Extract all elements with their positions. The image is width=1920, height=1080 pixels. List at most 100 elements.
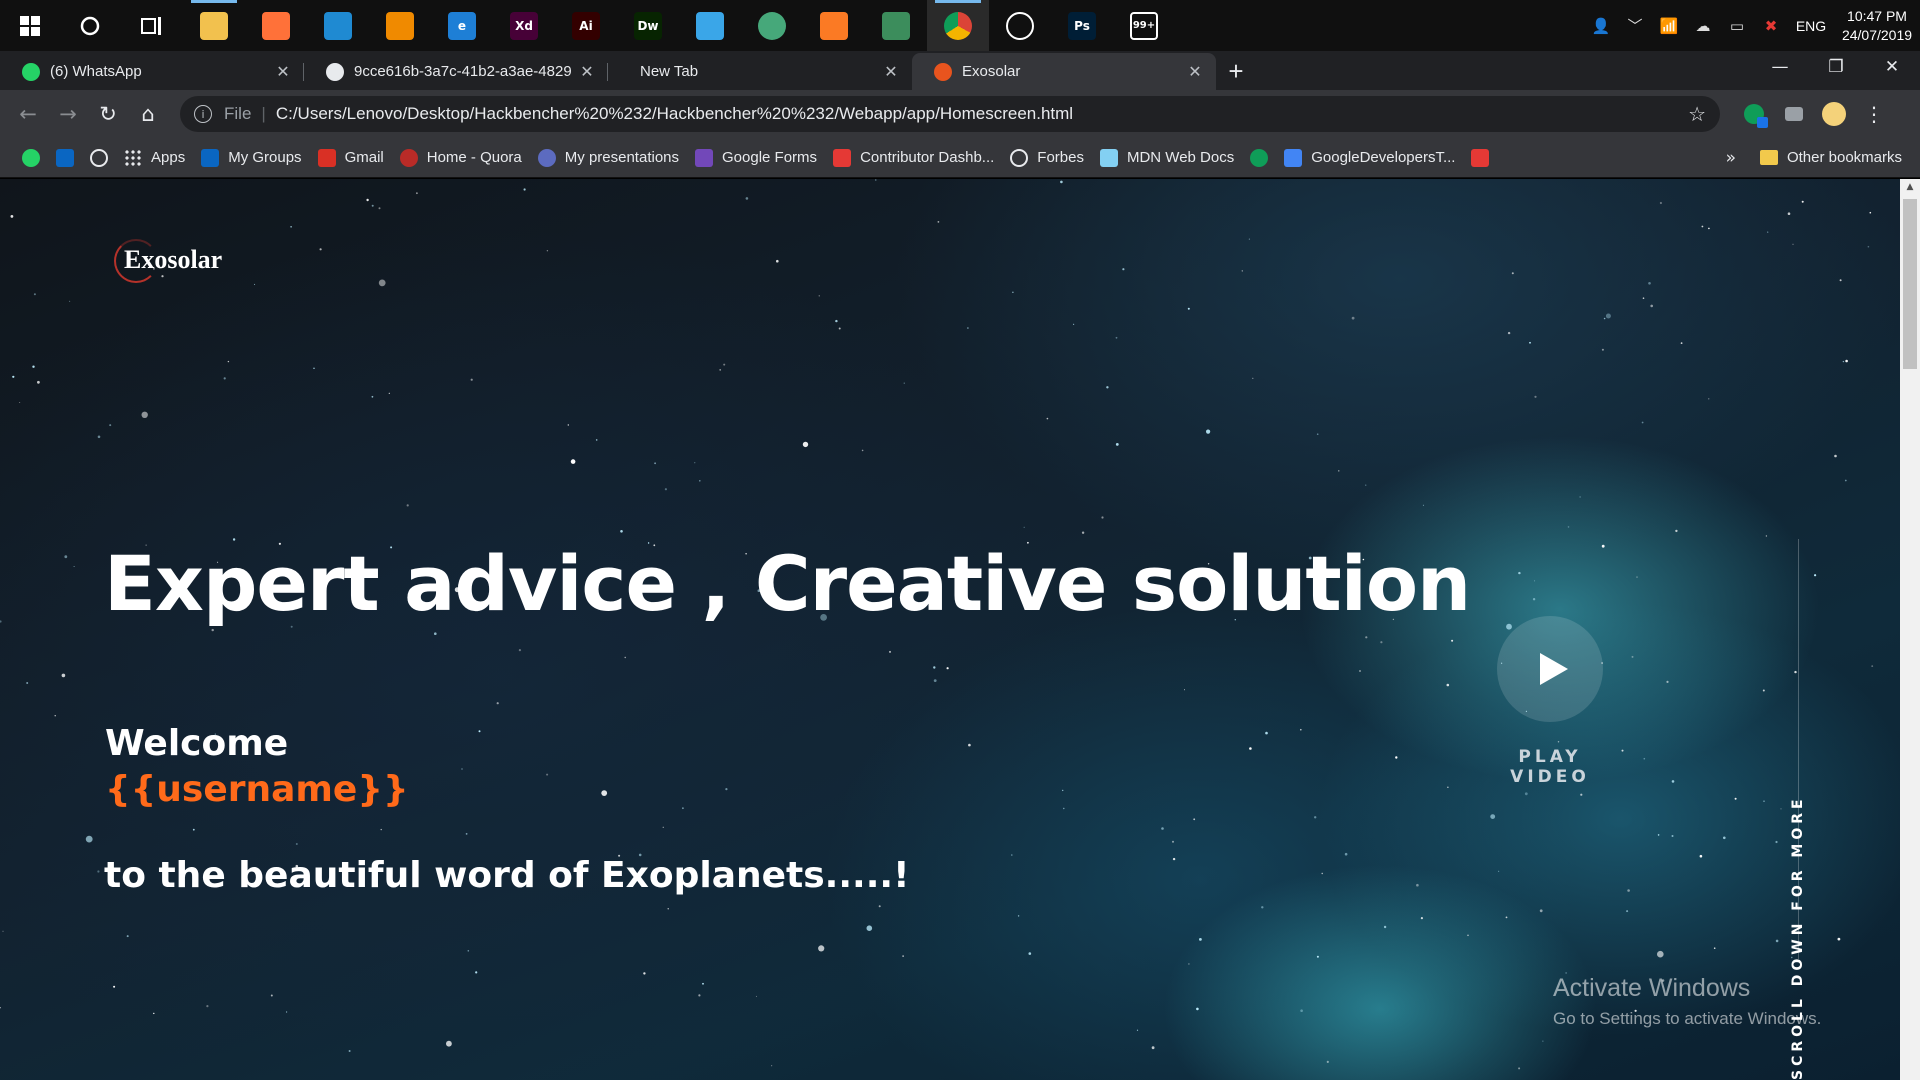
bookmark-mdn[interactable]: MDN Web Docs — [1092, 143, 1242, 173]
star — [1542, 1040, 1544, 1042]
tab-new-tab[interactable]: New Tab ✕ — [608, 53, 912, 90]
bookmark-globe[interactable]: Forbes — [1002, 143, 1092, 173]
bookmark-contributor[interactable]: Contributor Dashb... — [825, 143, 1002, 173]
system-clock[interactable]: 10:47 PM 24/07/2019 — [1834, 7, 1920, 45]
restore-button[interactable]: ❐ — [1808, 51, 1864, 83]
bookmark-script[interactable] — [1463, 143, 1497, 173]
taskbar-app-mail[interactable]: 99+ — [1113, 0, 1175, 51]
antivirus-alert-icon[interactable]: ✖ — [1754, 0, 1788, 51]
star — [1699, 854, 1703, 858]
tab-globe[interactable]: 9cce616b-3a7c-41b2-a3ae-4829 ✕ — [304, 53, 608, 90]
bookmark-quora[interactable]: Home - Quora — [392, 143, 530, 173]
bookmark-apps-grid[interactable]: Apps — [116, 143, 193, 173]
star — [1814, 574, 1817, 577]
bookmark-gmail[interactable]: Gmail — [310, 143, 392, 173]
taskbar-app-file-explorer[interactable] — [183, 0, 245, 51]
clock-date: 24/07/2019 — [1841, 26, 1913, 43]
github-icon — [90, 148, 108, 167]
contributor-icon — [833, 148, 852, 167]
play-video-button[interactable] — [1497, 616, 1603, 722]
star — [2, 930, 4, 932]
taskbar-app-vlc[interactable] — [369, 0, 431, 51]
whatsapp-favicon-icon — [22, 62, 40, 81]
star — [818, 295, 820, 297]
start-button[interactable] — [0, 0, 59, 51]
star — [1641, 421, 1644, 424]
bookmark-hangouts[interactable] — [1242, 143, 1276, 173]
site-logo[interactable]: Exosolar — [110, 239, 222, 283]
star — [1073, 323, 1075, 325]
taskbar-app-pencil-app[interactable] — [865, 0, 927, 51]
vertical-scrollbar[interactable]: ▲ — [1900, 179, 1920, 1080]
scrollbar-thumb[interactable] — [1903, 199, 1917, 369]
tab-close-icon[interactable]: ✕ — [882, 62, 900, 81]
scroll-down-label[interactable]: SCROLL DOWN FOR MORE — [1790, 795, 1806, 1080]
bookmark-google-developers[interactable]: GoogleDevelopersT... — [1276, 143, 1463, 173]
chevron-up-icon[interactable]: ﹀ — [1618, 0, 1652, 51]
star — [1834, 454, 1837, 458]
menu-button[interactable]: ⋮ — [1854, 94, 1894, 134]
star — [1601, 348, 1604, 351]
address-bar[interactable]: i File | C:/Users/Lenovo/Desktop/Hackben… — [180, 96, 1720, 132]
bookmark-presentation[interactable]: My presentations — [530, 143, 687, 173]
bookmark-star-icon[interactable]: ☆ — [1688, 102, 1706, 126]
taskbar-app-illustrator[interactable]: Ai — [555, 0, 617, 51]
taskbar-app-vscode[interactable] — [307, 0, 369, 51]
bookmark-linkedin[interactable] — [48, 143, 82, 173]
star — [1416, 883, 1419, 887]
url-text[interactable]: C:/Users/Lenovo/Desktop/Hackbencher%20%2… — [276, 104, 1688, 124]
taskbar-app-edge[interactable]: e — [431, 0, 493, 51]
linkedin-icon — [201, 148, 220, 167]
back-button[interactable]: ← — [8, 94, 48, 134]
screenshot-extension-button[interactable] — [1774, 94, 1814, 134]
people-icon[interactable]: 👤 — [1584, 0, 1618, 51]
tab-whatsapp[interactable]: (6) WhatsApp ✕ — [0, 53, 304, 90]
cortana-button[interactable] — [59, 0, 121, 51]
other-bookmarks-folder[interactable]: Other bookmarks — [1759, 149, 1902, 166]
close-window-button[interactable]: ✕ — [1864, 51, 1920, 83]
extension-button[interactable] — [1734, 94, 1774, 134]
new-tab-button[interactable]: + — [1216, 53, 1256, 90]
wifi-icon[interactable]: 📶 — [1652, 0, 1686, 51]
taskbar-app-adobe-xd[interactable]: Xd — [493, 0, 555, 51]
battery-icon[interactable]: ▭ — [1720, 0, 1754, 51]
bookmark-whatsapp[interactable] — [14, 143, 48, 173]
more-bookmarks-button[interactable]: » — [1726, 148, 1736, 168]
scroll-up-arrow-icon[interactable]: ▲ — [1900, 179, 1920, 196]
reload-button[interactable]: ↻ — [88, 94, 128, 134]
tab-close-icon[interactable]: ✕ — [1186, 62, 1204, 81]
star — [1248, 238, 1250, 240]
forward-button[interactable]: → — [48, 94, 88, 134]
star — [595, 439, 598, 441]
star — [903, 382, 905, 384]
starfield-background — [0, 179, 1874, 1070]
tab-close-icon[interactable]: ✕ — [578, 62, 596, 81]
tab-exosolar[interactable]: Exosolar ✕ — [912, 53, 1216, 90]
taskbar-app-xampp[interactable] — [803, 0, 865, 51]
tab-close-icon[interactable]: ✕ — [274, 62, 292, 81]
bookmark-forms[interactable]: Google Forms — [687, 143, 825, 173]
star — [290, 226, 292, 228]
onedrive-error-icon[interactable]: ☁ — [1686, 0, 1720, 51]
taskbar-app-dreamweaver[interactable]: Dw — [617, 0, 679, 51]
star — [620, 530, 623, 533]
star — [1196, 1007, 1199, 1011]
info-icon[interactable]: i — [194, 105, 212, 123]
task-view-button[interactable] — [121, 0, 183, 51]
taskbar-app-chrome[interactable] — [927, 0, 989, 51]
star — [1579, 496, 1581, 498]
taskbar-app-atom[interactable] — [741, 0, 803, 51]
star — [818, 945, 825, 952]
bookmark-github[interactable] — [82, 143, 116, 173]
star — [1657, 950, 1664, 958]
taskbar-app-generic-app[interactable] — [679, 0, 741, 51]
home-button[interactable]: ⌂ — [128, 94, 168, 134]
minimize-button[interactable]: — — [1752, 51, 1808, 83]
bookmark-linkedin[interactable]: My Groups — [193, 143, 309, 173]
input-language[interactable]: ENG — [1788, 18, 1834, 34]
profile-button[interactable] — [1814, 94, 1854, 134]
taskbar-app-photoshop[interactable]: Ps — [1051, 0, 1113, 51]
play-video-label[interactable]: PLAY VIDEO — [1474, 747, 1626, 787]
taskbar-app-groove-music[interactable] — [989, 0, 1051, 51]
taskbar-app-firefox[interactable] — [245, 0, 307, 51]
